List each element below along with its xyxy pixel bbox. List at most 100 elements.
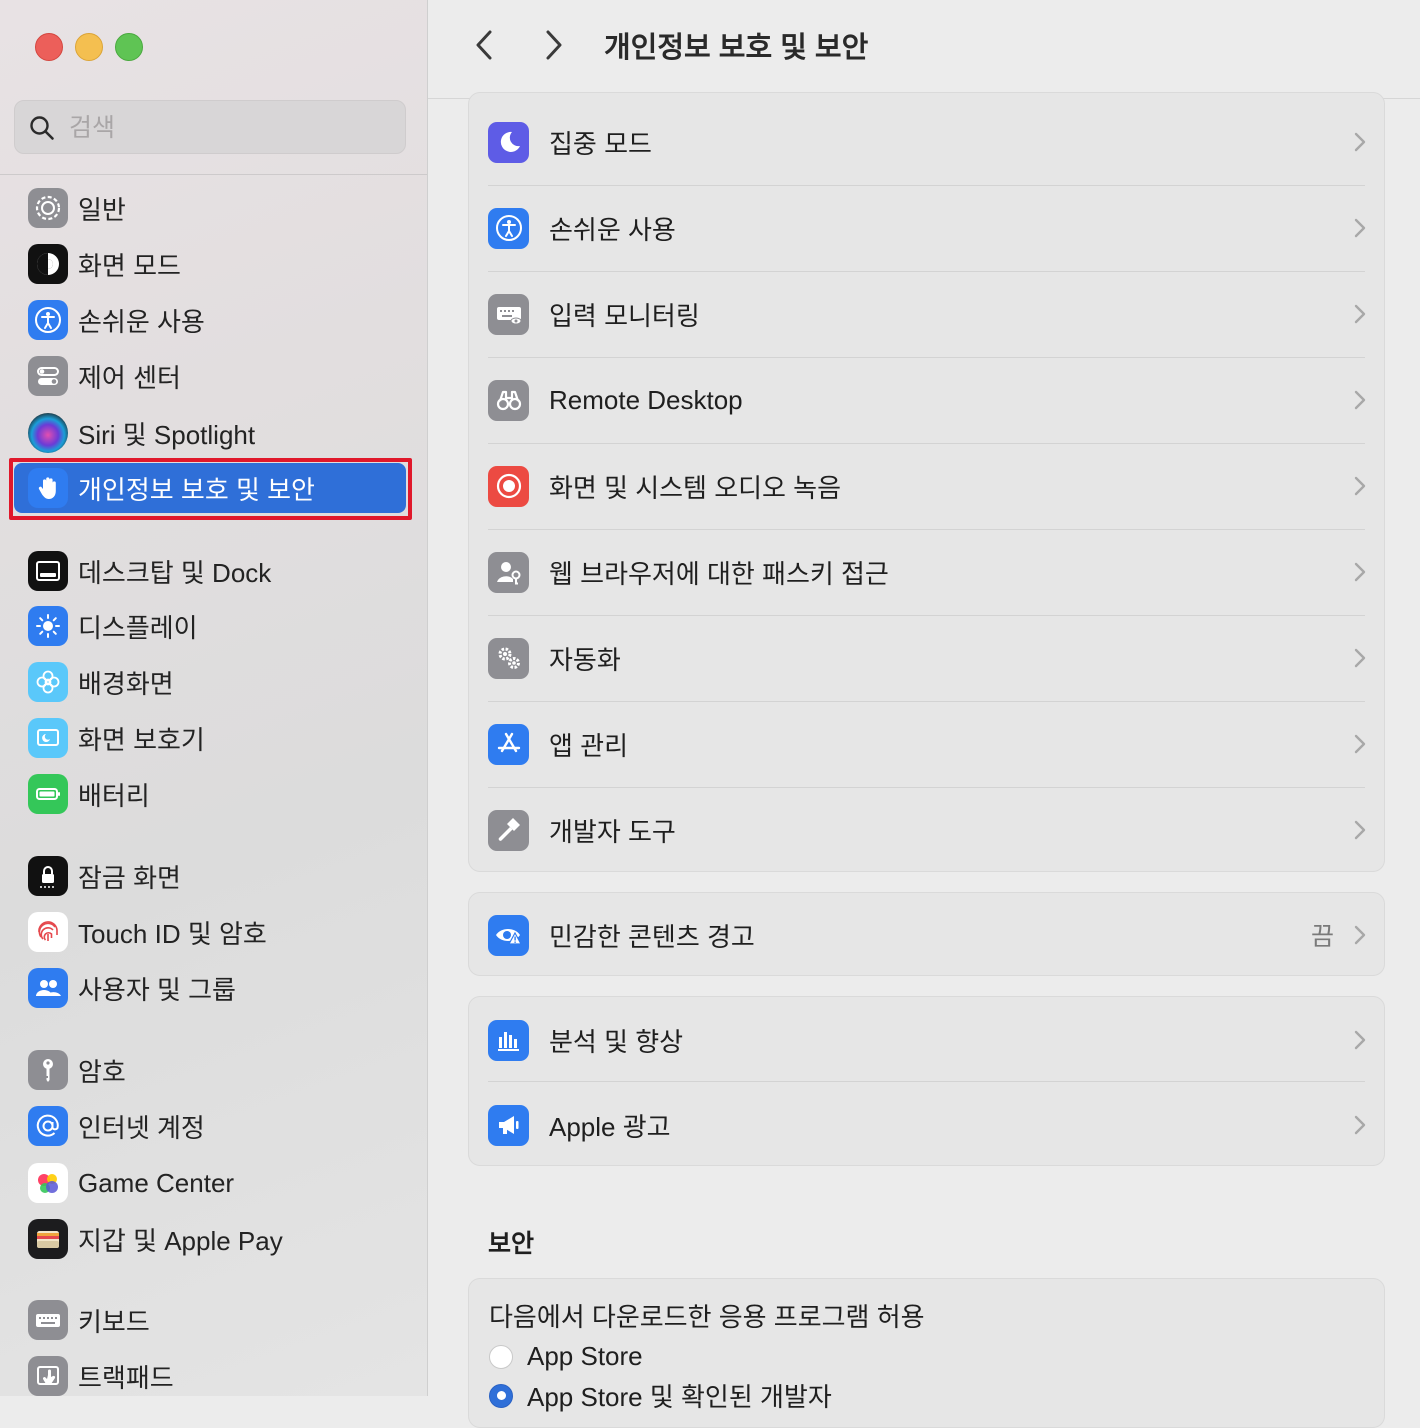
sidebar-item-desktop-dock[interactable]: 데스크탑 및 Dock xyxy=(14,546,406,596)
row-app-management[interactable]: 앱 관리 xyxy=(469,701,1384,787)
megaphone-icon xyxy=(488,1104,529,1146)
sidebar-item-game-center[interactable]: Game Center xyxy=(14,1158,406,1208)
sidebar-item-label: 제어 센터 xyxy=(78,362,181,393)
key-icon xyxy=(28,1050,68,1090)
row-apple-advertising[interactable]: Apple 광고 xyxy=(469,1082,1384,1165)
row-focus[interactable]: 집중 모드 xyxy=(469,99,1384,185)
chevron-right-icon xyxy=(1354,562,1366,582)
sidebar-divider xyxy=(0,174,427,175)
row-label: 화면 및 시스템 오디오 녹음 xyxy=(549,472,842,503)
close-window-button[interactable] xyxy=(35,33,63,61)
sidebar-item-keyboard[interactable]: 키보드 xyxy=(14,1295,406,1345)
chart-icon xyxy=(488,1019,529,1061)
radio-button[interactable] xyxy=(489,1344,513,1369)
minimize-window-button[interactable] xyxy=(75,33,103,61)
row-label: 자동화 xyxy=(549,644,621,675)
row-analytics[interactable]: 분석 및 향상 xyxy=(469,997,1384,1083)
sidebar-item-passwords[interactable]: 암호 xyxy=(14,1045,406,1095)
siri-icon xyxy=(28,413,68,453)
chevron-right-icon xyxy=(1354,1030,1366,1050)
sensitive-content-group: 민감한 콘텐츠 경고 끔 xyxy=(468,892,1385,976)
sidebar-item-label: 손쉬운 사용 xyxy=(78,306,205,337)
row-label: 웹 브라우저에 대한 패스키 접근 xyxy=(549,558,889,589)
chevron-right-icon xyxy=(1354,925,1366,945)
row-input-monitoring[interactable]: 입력 모니터링 xyxy=(469,271,1384,357)
row-screen-recording[interactable]: 화면 및 시스템 오디오 녹음 xyxy=(469,443,1384,529)
zoom-window-button[interactable] xyxy=(115,33,143,61)
sidebar-item-label: 일반 xyxy=(78,194,126,225)
sidebar-item-label: 화면 모드 xyxy=(78,250,181,281)
back-button[interactable] xyxy=(468,28,500,62)
sidebar-item-siri-spotlight[interactable]: Siri 및 Spotlight xyxy=(14,408,406,458)
row-accessibility[interactable]: 손쉬운 사용 xyxy=(469,185,1384,271)
row-label: 앱 관리 xyxy=(549,730,628,761)
radio-app-store[interactable]: App Store xyxy=(489,1341,643,1372)
row-label: 개발자 도구 xyxy=(549,816,676,847)
lock-icon xyxy=(28,856,68,896)
record-icon xyxy=(488,465,529,507)
sidebar-item-label: Siri 및 Spotlight xyxy=(78,419,256,450)
gear-icon xyxy=(28,188,68,228)
game-center-icon xyxy=(28,1163,68,1203)
sidebar-item-label: 개인정보 보호 및 보안 xyxy=(78,474,315,505)
desktop-dock-icon xyxy=(28,551,68,591)
sidebar-item-label: 잠금 화면 xyxy=(78,862,181,893)
sidebar-item-label: 배터리 xyxy=(78,780,150,811)
sidebar-item-control-center[interactable]: 제어 센터 xyxy=(14,351,406,401)
wallet-icon xyxy=(28,1219,68,1259)
binoculars-icon xyxy=(488,379,529,421)
row-value: 끔 xyxy=(1310,923,1334,951)
chevron-right-icon xyxy=(1354,218,1366,238)
keyboard-icon xyxy=(28,1300,68,1340)
row-label: 분석 및 향상 xyxy=(549,1026,684,1057)
row-passkey-access[interactable]: 웹 브라우저에 대한 패스키 접근 xyxy=(469,529,1384,615)
sidebar-item-lock-screen[interactable]: 잠금 화면 xyxy=(14,851,406,901)
hand-icon xyxy=(28,468,68,508)
chevron-right-icon xyxy=(1354,132,1366,152)
control-center-icon xyxy=(28,356,68,396)
sidebar-item-battery[interactable]: 배터리 xyxy=(14,769,406,819)
row-label: 집중 모드 xyxy=(549,128,652,159)
row-sensitive-content-warning[interactable]: 민감한 콘텐츠 경고 끔 xyxy=(469,893,1384,975)
row-remote-desktop[interactable]: Remote Desktop xyxy=(469,357,1384,443)
row-automation[interactable]: 자동화 xyxy=(469,615,1384,701)
accessibility-icon xyxy=(488,207,529,249)
forward-button[interactable] xyxy=(538,28,570,62)
chevron-right-icon xyxy=(1354,390,1366,410)
battery-icon xyxy=(28,774,68,814)
sidebar-item-touch-id[interactable]: Touch ID 및 암호 xyxy=(14,907,406,957)
sidebar-item-wallpaper[interactable]: 배경화면 xyxy=(14,657,406,707)
sidebar-item-label: 데스크탑 및 Dock xyxy=(78,557,272,588)
trackpad-icon xyxy=(28,1356,68,1396)
moon-icon xyxy=(488,121,529,163)
sidebar-item-internet-accounts[interactable]: 인터넷 계정 xyxy=(14,1101,406,1151)
hammer-icon xyxy=(488,809,529,851)
radio-label: App Store xyxy=(527,1341,643,1371)
allow-apps-label: 다음에서 다운로드한 응용 프로그램 허용 xyxy=(489,1302,925,1332)
chevron-right-icon xyxy=(1354,734,1366,754)
accessibility-icon xyxy=(28,300,68,340)
sidebar-item-general[interactable]: 일반 xyxy=(14,183,406,233)
sidebar-item-users-groups[interactable]: 사용자 및 그룹 xyxy=(14,963,406,1013)
sidebar-item-label: 디스플레이 xyxy=(78,612,198,643)
sidebar-item-wallet[interactable]: 지갑 및 Apple Pay xyxy=(14,1214,406,1264)
sidebar-item-label: 지갑 및 Apple Pay xyxy=(78,1225,283,1256)
sidebar-item-label: 인터넷 계정 xyxy=(78,1112,205,1143)
sidebar-item-label: 암호 xyxy=(78,1056,126,1087)
sidebar-item-privacy-security[interactable]: 개인정보 보호 및 보안 xyxy=(14,463,406,513)
row-developer-tools[interactable]: 개발자 도구 xyxy=(469,787,1384,871)
chevron-right-icon xyxy=(1354,304,1366,324)
search-field[interactable] xyxy=(14,100,406,154)
sidebar-item-screensaver[interactable]: 화면 보호기 xyxy=(14,713,406,763)
security-group: 다음에서 다운로드한 응용 프로그램 허용 App Store App Stor… xyxy=(468,1278,1385,1428)
sidebar-item-trackpad[interactable]: 트랙패드 xyxy=(14,1351,406,1396)
sidebar-item-appearance[interactable]: 화면 모드 xyxy=(14,239,406,289)
row-label: Remote Desktop xyxy=(549,384,743,415)
sidebar-item-displays[interactable]: 디스플레이 xyxy=(14,601,406,651)
sidebar-item-accessibility[interactable]: 손쉬운 사용 xyxy=(14,295,406,345)
page-title: 개인정보 보호 및 보안 xyxy=(604,32,869,64)
search-input[interactable] xyxy=(67,109,391,147)
chevron-right-icon xyxy=(1354,1115,1366,1135)
chevron-right-icon xyxy=(1354,820,1366,840)
row-label: 손쉬운 사용 xyxy=(549,214,676,245)
